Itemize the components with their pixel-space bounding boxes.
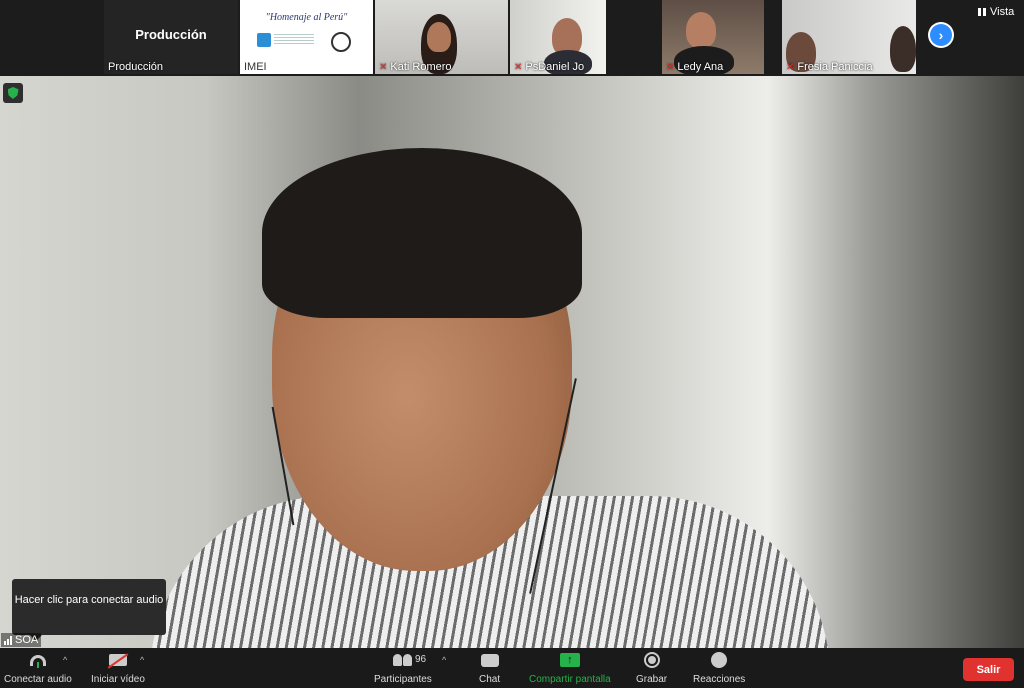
tile-imei[interactable]: "Homenaje al Perú" IMEI	[240, 0, 373, 74]
audio-options-caret[interactable]: ^	[63, 655, 67, 665]
view-button[interactable]: Vista	[978, 6, 1014, 18]
tile-name: Fresia Paniccia	[797, 61, 873, 73]
speaker-hair	[262, 148, 582, 318]
connect-audio-button[interactable]: Conectar audio	[4, 650, 72, 685]
video-options-caret[interactable]: ^	[140, 655, 144, 665]
participants-icon	[393, 654, 413, 666]
tile-name: Kati Romero	[390, 61, 452, 73]
video-off-icon	[108, 654, 127, 666]
tile-fresia-paniccia[interactable]: ✕ Fresia Paniccia	[782, 0, 916, 74]
chat-icon	[480, 653, 499, 667]
tile-kati-romero[interactable]: ✕ Kati Romero	[375, 0, 508, 74]
tile-name: Ledy Ana	[677, 61, 724, 73]
start-video-button[interactable]: Iniciar vídeo	[91, 650, 145, 685]
tile-ledy-ana[interactable]: ✕ Ledy Ana	[662, 0, 764, 74]
leave-button[interactable]: Salir	[963, 658, 1014, 681]
chat-button[interactable]: Chat	[479, 650, 500, 685]
chevron-right-icon: ›	[930, 24, 952, 46]
tile-name: PsDaniel Jo	[525, 61, 585, 73]
meeting-toolbar: Conectar audio ^ Iniciar vídeo ^ Partici…	[0, 648, 1024, 688]
signal-icon	[4, 635, 12, 645]
record-button[interactable]: Grabar	[636, 650, 667, 685]
mic-muted-icon: ✕	[666, 61, 675, 73]
tile-psdaniel[interactable]: ✕ PsDaniel Jo	[510, 0, 606, 74]
grid-icon	[978, 8, 986, 16]
smiley-icon	[711, 652, 728, 668]
tile-name: Producción	[108, 61, 164, 73]
speaker-name-label: SOA	[1, 633, 42, 647]
tile-produccion[interactable]: Producción Producción	[104, 0, 238, 74]
view-label: Vista	[990, 6, 1015, 18]
active-speaker-video: Hacer clic para conectar audio SOA	[0, 76, 1024, 648]
share-screen-button[interactable]: ↑ Compartir pantalla	[529, 650, 611, 685]
participants-count: 96	[415, 654, 427, 665]
connect-audio-tooltip[interactable]: Hacer clic para conectar audio	[12, 579, 166, 641]
next-page-button[interactable]: ›	[928, 22, 954, 48]
imei-logo-icon	[257, 33, 271, 47]
mic-muted-icon: ✕	[379, 61, 388, 73]
tile-name: IMEI	[244, 61, 267, 73]
seal-logo-icon	[331, 32, 351, 52]
gallery-strip: Producción Producción "Homenaje al Perú"…	[0, 0, 1024, 76]
imei-banner-title: "Homenaje al Perú"	[265, 12, 348, 23]
headphones-icon	[29, 654, 46, 668]
tile-produccion-display: Producción	[135, 27, 207, 42]
security-shield-icon[interactable]	[3, 83, 23, 103]
record-icon	[643, 652, 660, 668]
imei-logo-text	[274, 34, 314, 46]
mic-muted-icon: ✕	[514, 61, 523, 73]
mic-muted-icon: ✕	[786, 61, 795, 73]
participants-options-caret[interactable]: ^	[442, 655, 446, 665]
share-screen-icon: ↑	[559, 653, 580, 667]
zoom-window: Producción Producción "Homenaje al Perú"…	[0, 0, 1024, 688]
reactions-button[interactable]: Reacciones	[693, 650, 745, 685]
